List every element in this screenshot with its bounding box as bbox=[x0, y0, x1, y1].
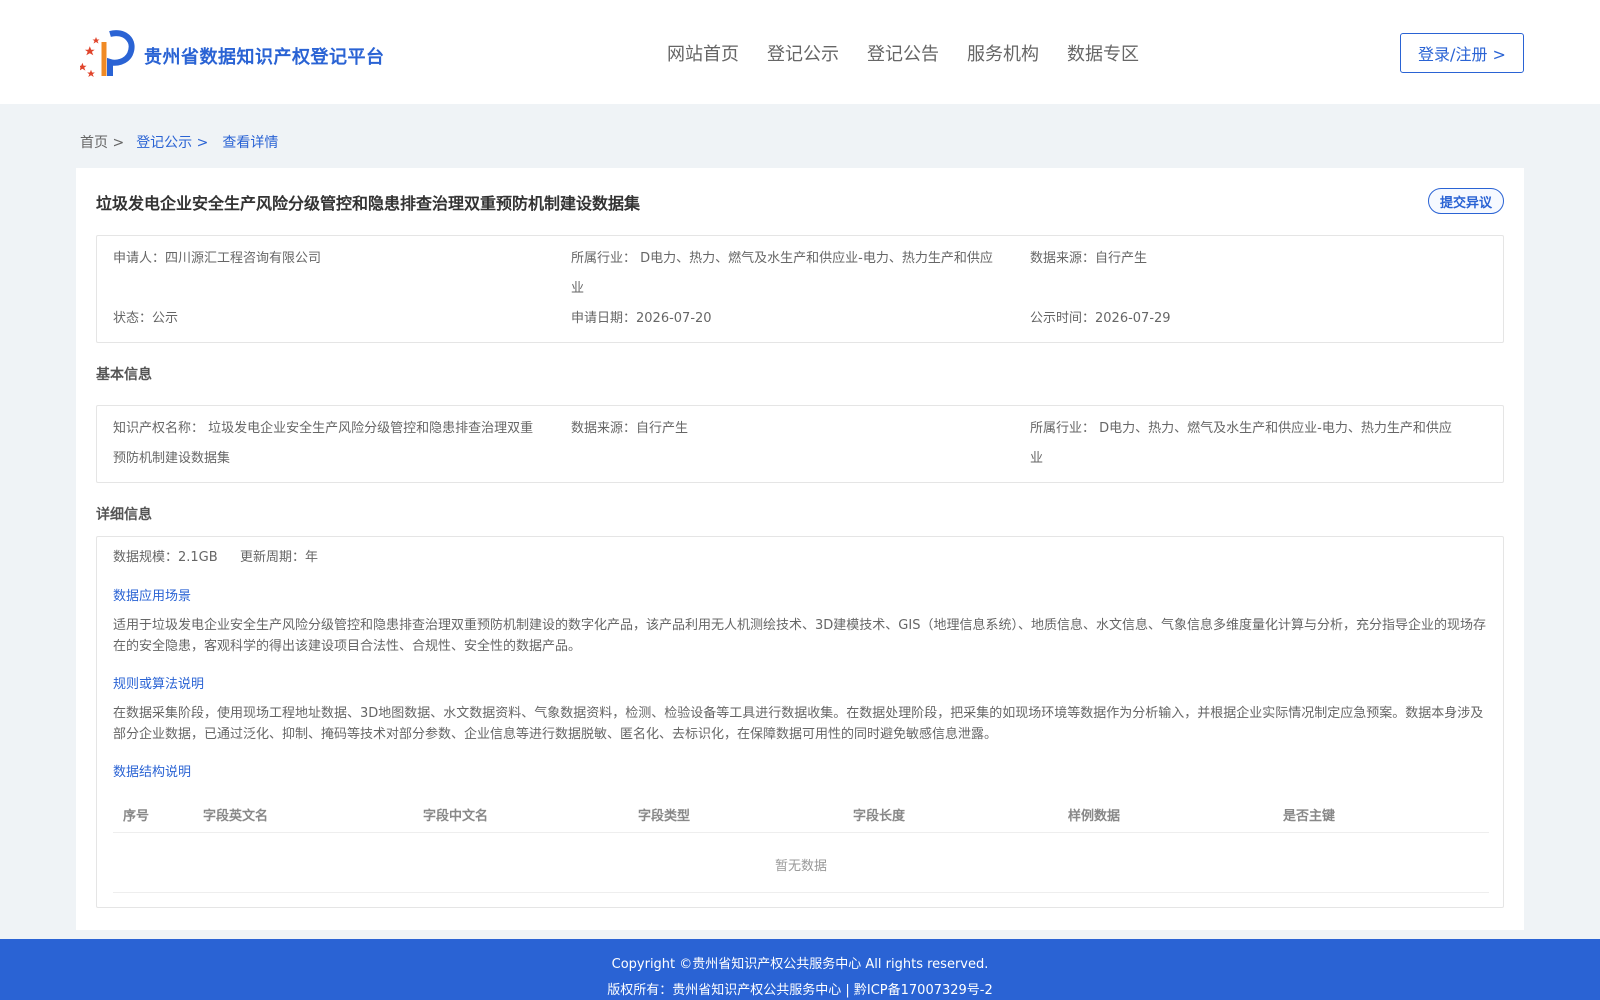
login-register-button[interactable]: 登录/注册 > bbox=[1400, 33, 1524, 73]
col-index: 序号 bbox=[123, 809, 150, 824]
ip-name-line1: 知识产权名称： 垃圾发电企业安全生产风险分级管控和隐患排查治理双重 bbox=[113, 421, 534, 436]
publish-time: 公示时间：2026-07-29 bbox=[1030, 311, 1171, 326]
breadcrumb-section[interactable]: 登记公示 > bbox=[136, 132, 208, 152]
col-length: 字段长度 bbox=[853, 809, 906, 824]
ip-name-line2: 预防机制建设数据集 bbox=[113, 451, 231, 466]
data-scale: 数据规模：2.1GB bbox=[113, 550, 218, 565]
status: 状态：公示 bbox=[113, 311, 179, 326]
update-cycle: 更新周期：年 bbox=[240, 550, 319, 565]
submit-objection-button[interactable]: 提交异议 bbox=[1428, 188, 1504, 214]
nav-data-zone[interactable]: 数据专区 bbox=[1067, 40, 1139, 66]
footer-record[interactable]: 版权所有：贵州省知识产权公共服务中心 | 黔ICP备17007329号-2 bbox=[0, 979, 1600, 998]
apply-date: 申请日期：2026-07-20 bbox=[571, 311, 712, 326]
structure-heading: 数据结构说明 bbox=[113, 765, 192, 780]
basic-info-heading: 基本信息 bbox=[96, 367, 152, 383]
col-primary-key: 是否主键 bbox=[1283, 809, 1336, 824]
breadcrumb: 首页 > 登记公示 > 查看详情 bbox=[80, 132, 278, 152]
page-title: 垃圾发电企业安全生产风险分级管控和隐患排查治理双重预防机制建设数据集 bbox=[96, 194, 641, 213]
breadcrumb-home[interactable]: 首页 > bbox=[80, 132, 124, 152]
platform-logo-icon[interactable] bbox=[80, 28, 138, 78]
nav-service-agencies[interactable]: 服务机构 bbox=[967, 40, 1039, 66]
nav-registration-announcement[interactable]: 登记公告 bbox=[867, 40, 939, 66]
summary-box: 申请人：四川源汇工程咨询有限公司 所属行业： D电力、热力、燃气及水生产和供应业… bbox=[96, 235, 1504, 343]
col-cn-name: 字段中文名 bbox=[423, 809, 489, 824]
detail-card: 垃圾发电企业安全生产风险分级管控和隐患排查治理双重预防机制建设数据集 提交异议 … bbox=[76, 168, 1524, 930]
rules-heading: 规则或算法说明 bbox=[113, 677, 205, 692]
scenario-text: 适用于垃圾发电企业安全生产风险分级管控和隐患排查治理双重预防机制建设的数字化产品… bbox=[113, 618, 1486, 654]
rules-text: 在数据采集阶段，使用现场工程地址数据、3D地图数据、水文数据资料、气象数据资料，… bbox=[113, 706, 1484, 742]
col-sample: 样例数据 bbox=[1068, 809, 1121, 824]
applicant: 申请人：四川源汇工程咨询有限公司 bbox=[113, 251, 322, 266]
industry-line1: 所属行业： D电力、热力、燃气及水生产和供应业-电力、热力生产和供应 bbox=[571, 251, 993, 266]
col-type: 字段类型 bbox=[638, 809, 691, 824]
site-footer: Copyright ©贵州省知识产权公共服务中心 All rights rese… bbox=[0, 939, 1600, 1000]
data-structure-table: 序号 字段英文名 字段中文名 字段类型 字段长度 样例数据 是否主键 暂无数据 bbox=[113, 793, 1489, 893]
scenario-heading: 数据应用场景 bbox=[113, 589, 192, 604]
table-header: 序号 字段英文名 字段中文名 字段类型 字段长度 样例数据 是否主键 bbox=[113, 793, 1489, 833]
empty-state: 暂无数据 bbox=[774, 859, 827, 874]
site-title[interactable]: 贵州省数据知识产权登记平台 bbox=[144, 43, 385, 69]
nav-registration-publicity[interactable]: 登记公示 bbox=[767, 40, 839, 66]
table-body: 暂无数据 bbox=[113, 833, 1489, 893]
basic-data-source: 数据来源：自行产生 bbox=[571, 421, 689, 436]
basic-industry-line1: 所属行业： D电力、热力、燃气及水生产和供应业-电力、热力生产和供应 bbox=[1030, 421, 1452, 436]
data-source: 数据来源：自行产生 bbox=[1030, 251, 1148, 266]
site-header: 贵州省数据知识产权登记平台 网站首页 登记公示 登记公告 服务机构 数据专区 登… bbox=[0, 0, 1600, 104]
basic-industry-line2: 业 bbox=[1030, 451, 1044, 466]
detail-info-box: 数据规模：2.1GB 更新周期：年 数据应用场景 适用于垃圾发电企业安全生产风险… bbox=[96, 536, 1504, 908]
footer-copyright: Copyright ©贵州省知识产权公共服务中心 All rights rese… bbox=[611, 957, 989, 972]
breadcrumb-current: 查看详情 bbox=[222, 135, 279, 151]
detail-info-heading: 详细信息 bbox=[96, 507, 152, 523]
nav-home[interactable]: 网站首页 bbox=[667, 40, 739, 66]
main-nav: 网站首页 登记公示 登记公告 服务机构 数据专区 bbox=[667, 40, 1139, 66]
col-en-name: 字段英文名 bbox=[203, 809, 269, 824]
basic-info-box: 知识产权名称： 垃圾发电企业安全生产风险分级管控和隐患排查治理双重 预防机制建设… bbox=[96, 405, 1504, 483]
industry-line2: 业 bbox=[571, 281, 585, 296]
